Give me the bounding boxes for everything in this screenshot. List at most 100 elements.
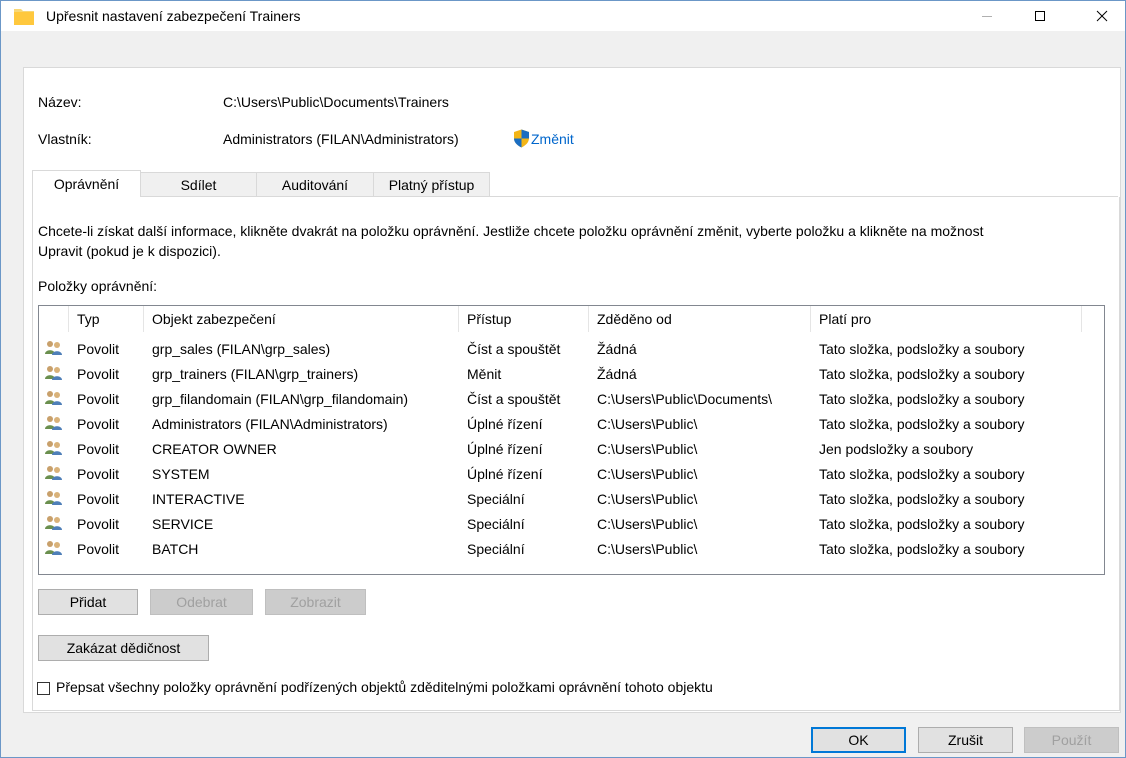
folder-icon xyxy=(14,9,34,25)
add-button[interactable]: Přidat xyxy=(38,589,138,615)
column-header-access[interactable]: Přístup xyxy=(459,306,589,332)
uac-shield-icon xyxy=(514,129,529,148)
button-label: Použít xyxy=(1051,732,1092,748)
column-header-label: Typ xyxy=(77,311,100,327)
name-value: C:\Users\Public\Documents\Trainers xyxy=(223,94,449,110)
cell-access: Číst a spouštět xyxy=(467,390,561,407)
cell-access: Úplné řízení xyxy=(467,440,543,457)
cell-access: Úplné řízení xyxy=(467,465,543,482)
permission-entries-list[interactable]: Typ Objekt zabezpečení Přístup Zděděno o… xyxy=(38,305,1105,575)
cell-access: Měnit xyxy=(467,365,502,382)
tab-auditing[interactable]: Auditování xyxy=(256,172,374,196)
cell-access: Speciální xyxy=(467,490,525,507)
column-header-applies[interactable]: Platí pro xyxy=(811,306,1082,332)
button-label: Přidat xyxy=(69,594,107,610)
column-header-label: Zděděno od xyxy=(597,311,672,327)
button-label: Zrušit xyxy=(948,732,983,748)
tab-permissions[interactable]: Oprávnění xyxy=(32,170,141,197)
table-row[interactable]: Povolit SYSTEM Úplné řízení C:\Users\Public… xyxy=(39,461,1104,486)
cell-applies: Tato složka, podsložky a soubory xyxy=(819,540,1025,557)
cell-inherited: Žádná xyxy=(597,365,637,382)
ok-button[interactable]: OK xyxy=(811,727,906,753)
cell-access: Úplné řízení xyxy=(467,415,543,432)
cell-access: Číst a spouštět xyxy=(467,340,561,357)
description-line-1: Chcete-li získat další informace, klikně… xyxy=(38,223,984,239)
users-icon xyxy=(45,441,62,455)
close-button[interactable] xyxy=(1079,1,1125,31)
cell-inherited: C:\Users\Public\ xyxy=(597,415,698,432)
tab-label: Platný přístup xyxy=(388,176,475,193)
tab-label: Oprávnění xyxy=(53,176,120,192)
cancel-button[interactable]: Zrušit xyxy=(918,727,1013,753)
table-row[interactable]: Povolit grp_trainers (FILAN\grp_trainers)… xyxy=(39,361,1104,386)
description-line-2: Upravit (pokud je k dispozici). xyxy=(38,243,221,259)
cell-applies: Tato složka, podsložky a soubory xyxy=(819,390,1025,407)
cell-access: Speciální xyxy=(467,540,525,557)
replace-child-permissions-label[interactable]: Přepsat všechny položky oprávnění podříz… xyxy=(56,679,713,695)
cell-principal: INTERACTIVE xyxy=(152,490,245,507)
table-row[interactable]: Povolit SERVICE Speciální C:\Users\Public\ T… xyxy=(39,511,1104,536)
name-label: Název: xyxy=(38,94,82,110)
permission-entries-label: Položky oprávnění: xyxy=(38,278,158,294)
cell-inherited: C:\Users\Public\ xyxy=(597,490,698,507)
close-icon xyxy=(1096,10,1108,22)
cell-type: Povolit xyxy=(77,465,120,482)
table-row[interactable]: Povolit BATCH Speciální C:\Users\Public\ Tat… xyxy=(39,536,1104,561)
cell-inherited: C:\Users\Public\ xyxy=(597,540,698,557)
cell-principal: SERVICE xyxy=(152,515,214,532)
column-header-label: Přístup xyxy=(467,311,512,327)
change-owner-link[interactable]: Změnit xyxy=(531,131,574,147)
disable-inheritance-button[interactable]: Zakázat dědičnost xyxy=(38,635,209,661)
cell-principal: grp_filandomain (FILAN\grp_filandomain) xyxy=(152,390,409,407)
cell-applies: Jen podsložky a soubory xyxy=(819,440,974,457)
main-panel: Název: C:\Users\Public\Documents\Trainer… xyxy=(23,67,1121,713)
button-label: Zobrazit xyxy=(290,594,341,610)
cell-type: Povolit xyxy=(77,365,120,382)
owner-value: Administrators (FILAN\Administrators) xyxy=(223,131,459,147)
column-header-type[interactable]: Typ xyxy=(69,306,144,332)
users-icon xyxy=(45,541,62,555)
cell-inherited: C:\Users\Public\ xyxy=(597,440,698,457)
cell-type: Povolit xyxy=(77,340,120,357)
list-header: Typ Objekt zabezpečení Přístup Zděděno o… xyxy=(39,306,1104,332)
cell-applies: Tato složka, podsložky a soubory xyxy=(819,365,1025,382)
cell-type: Povolit xyxy=(77,540,120,557)
table-row[interactable]: Povolit CREATOR OWNER Úplné řízení C:\Users… xyxy=(39,436,1104,461)
users-icon xyxy=(45,341,62,355)
owner-label: Vlastník: xyxy=(38,131,92,147)
apply-button[interactable]: Použít xyxy=(1024,727,1119,753)
cell-access: Speciální xyxy=(467,515,525,532)
table-row[interactable]: Povolit grp_filandomain (FILAN\grp_filand… xyxy=(39,386,1104,411)
cell-type: Povolit xyxy=(77,415,120,432)
tab-label: Auditování xyxy=(281,176,349,193)
window-title: Upřesnit nastavení zabezpečení Trainers xyxy=(46,8,301,24)
cell-principal: grp_sales (FILAN\grp_sales) xyxy=(152,340,331,357)
remove-button[interactable]: Odebrat xyxy=(150,589,253,615)
cell-applies: Tato složka, podsložky a soubory xyxy=(819,490,1025,507)
tab-effective-access[interactable]: Platný přístup xyxy=(373,172,490,196)
cell-applies: Tato složka, podsložky a soubory xyxy=(819,415,1025,432)
title-bar[interactable]: Upřesnit nastavení zabezpečení Trainers xyxy=(1,1,1125,31)
column-header-label: Objekt zabezpečení xyxy=(152,311,276,327)
column-header-principal[interactable]: Objekt zabezpečení xyxy=(144,306,459,332)
table-row[interactable]: Povolit grp_sales (FILAN\grp_sales) Číst a… xyxy=(39,336,1104,361)
tab-share[interactable]: Sdílet xyxy=(140,172,257,196)
table-row[interactable]: Povolit Administrators (FILAN\Administrat… xyxy=(39,411,1104,436)
replace-child-permissions-checkbox[interactable] xyxy=(37,682,50,695)
button-label: Zakázat dědičnost xyxy=(66,640,181,656)
users-icon xyxy=(45,416,62,430)
cell-type: Povolit xyxy=(77,440,120,457)
cell-principal: Administrators (FILAN\Administrators) xyxy=(152,415,388,432)
maximize-button[interactable] xyxy=(1017,1,1063,31)
table-row[interactable]: Povolit INTERACTIVE Speciální C:\Users\Publ… xyxy=(39,486,1104,511)
minimize-button[interactable] xyxy=(964,1,1010,31)
view-button[interactable]: Zobrazit xyxy=(265,589,366,615)
column-header-inherited[interactable]: Zděděno od xyxy=(589,306,811,332)
cell-applies: Tato složka, podsložky a soubory xyxy=(819,515,1025,532)
cell-type: Povolit xyxy=(77,390,120,407)
column-header-icon[interactable] xyxy=(39,306,69,332)
users-icon xyxy=(45,366,62,380)
cell-principal: CREATOR OWNER xyxy=(152,440,277,457)
maximize-icon xyxy=(1035,11,1045,21)
cell-principal: BATCH xyxy=(152,540,199,557)
